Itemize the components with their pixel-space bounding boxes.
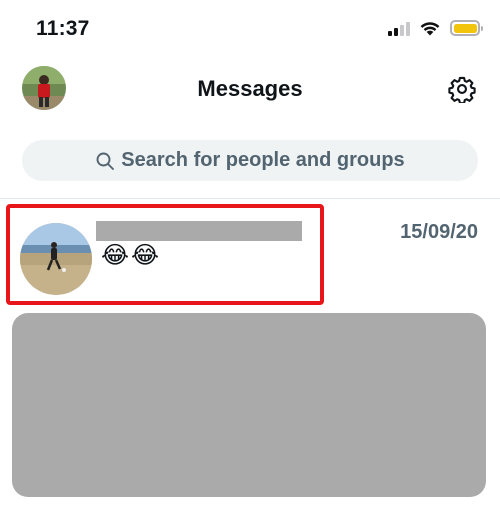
status-icons <box>388 20 483 36</box>
conversation-date: 15/09/20 <box>400 221 478 243</box>
conversation-avatar <box>20 223 92 295</box>
redacted-conversation <box>12 313 486 497</box>
search-icon <box>96 152 115 170</box>
cellular-signal-icon <box>388 20 410 36</box>
conversation-preview: 😂😂 <box>101 241 162 269</box>
status-time: 11:37 <box>36 17 90 40</box>
search-input[interactable]: Search for people and groups <box>22 140 478 181</box>
page-title: Messages <box>197 76 303 101</box>
search-placeholder: Search for people and groups <box>121 149 405 171</box>
status-bar: 11:37 <box>0 0 500 60</box>
conversation-item[interactable]: 😂😂 15/09/20 <box>0 199 500 307</box>
gear-icon[interactable] <box>448 75 476 103</box>
conversation-name <box>96 221 302 241</box>
header: Messages <box>0 62 500 116</box>
battery-icon <box>450 20 483 36</box>
wifi-icon <box>420 22 440 36</box>
